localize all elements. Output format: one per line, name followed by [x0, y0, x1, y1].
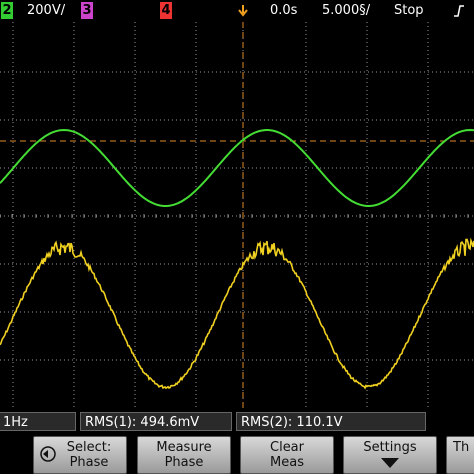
- frequency-measurement: 1Hz: [0, 412, 76, 431]
- channel-2-scale: 200V/: [27, 3, 66, 18]
- rms-channel-2: RMS(2): 110.1V: [236, 412, 426, 431]
- clear-meas-line2: Meas: [270, 455, 304, 470]
- channel-4-indicator[interactable]: 4: [160, 2, 172, 19]
- rms-channel-1: RMS(1): 494.6mV: [80, 412, 232, 431]
- status-bar: 2 200V/ 3 4 0.0s 5.000§/ Stop: [0, 0, 474, 22]
- more-softkey[interactable]: Th: [446, 436, 474, 474]
- channel-1-waveform: [0, 237, 474, 390]
- channel-3-indicator[interactable]: 3: [81, 2, 93, 19]
- trigger-position-arrow-icon: [238, 5, 248, 17]
- clear-meas-line1: Clear: [270, 440, 304, 455]
- clear-meas-softkey[interactable]: Clear Meas: [240, 436, 334, 474]
- measure-phase-line2: Phase: [164, 455, 204, 470]
- settings-label: Settings: [363, 440, 417, 455]
- down-arrow-icon: [381, 458, 399, 468]
- more-softkey-label: Th: [453, 440, 470, 455]
- time-delay: 0.0s: [270, 3, 298, 18]
- waveform-display[interactable]: [0, 22, 474, 410]
- rising-edge-icon: [454, 5, 464, 17]
- run-state[interactable]: Stop: [394, 2, 424, 19]
- measure-phase-line1: Measure: [156, 440, 212, 455]
- rotary-knob-icon: [40, 446, 56, 462]
- time-scale: 5.000§/: [322, 3, 371, 18]
- select-phase-softkey[interactable]: Select: Phase: [33, 436, 127, 474]
- measure-phase-softkey[interactable]: Measure Phase: [137, 436, 231, 474]
- channel-2-indicator[interactable]: 2: [1, 2, 13, 19]
- settings-softkey[interactable]: Settings: [343, 436, 437, 474]
